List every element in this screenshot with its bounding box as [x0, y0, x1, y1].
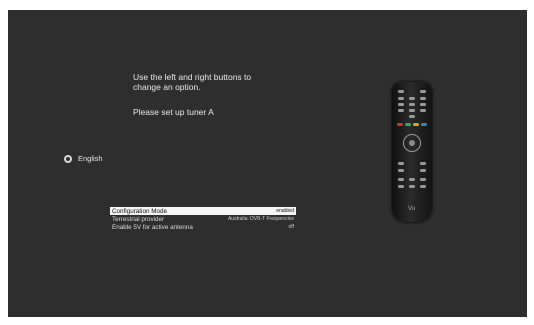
remote-button — [398, 109, 404, 112]
remote-button — [409, 115, 415, 118]
config-row-label: Terrestrial provider — [112, 215, 165, 223]
remote-button — [409, 185, 415, 188]
instruction-line-1: Use the left and right buttons to — [133, 72, 252, 82]
remote-green-button — [405, 123, 411, 126]
config-list: Configuration Mode enabled Terrestrial p… — [110, 207, 296, 231]
remote-button — [398, 90, 404, 93]
remote-blue-button — [421, 123, 427, 126]
config-row-value: off — [288, 224, 294, 230]
remote-yellow-button — [413, 123, 419, 126]
instruction-tuner: Please set up tuner A — [133, 107, 214, 117]
config-row-configuration-mode[interactable]: Configuration Mode enabled — [110, 207, 296, 215]
remote-logo: Vu — [408, 206, 416, 212]
remote-button — [409, 103, 415, 106]
remote-body: Vu — [392, 82, 432, 222]
language-label: English — [78, 154, 103, 163]
radio-icon — [64, 154, 72, 163]
remote-dpad — [403, 134, 421, 152]
remote-button — [420, 162, 426, 165]
remote-button — [420, 97, 426, 100]
config-row-enable-5v[interactable]: Enable 5V for active antenna off — [110, 223, 296, 231]
config-row-terrestrial-provider[interactable]: Terrestrial provider Australia: DVB-T Fr… — [110, 215, 296, 223]
config-row-value: enabled — [276, 208, 294, 214]
remote-button — [409, 109, 415, 112]
remote-button — [420, 178, 426, 181]
remote-button — [398, 185, 404, 188]
remote-ok-button — [409, 140, 415, 146]
remote-button — [420, 90, 426, 93]
remote-button — [398, 169, 404, 172]
remote-button — [420, 103, 426, 106]
remote-button — [409, 178, 415, 181]
language-option[interactable]: English — [64, 154, 103, 163]
remote-button — [420, 109, 426, 112]
remote-button — [420, 185, 426, 188]
config-row-value: Australia: DVB-T Frequencies — [227, 216, 294, 222]
tv-screen: Use the left and right buttons to change… — [8, 10, 527, 317]
remote-button — [420, 169, 426, 172]
config-row-label: Configuration Mode — [112, 207, 167, 215]
remote-control-image: Vu — [390, 80, 434, 224]
remote-button — [409, 97, 415, 100]
instruction-line-2: change an option. — [133, 82, 201, 92]
remote-button — [398, 103, 404, 106]
remote-button — [398, 178, 404, 181]
remote-red-button — [397, 123, 403, 126]
remote-button — [398, 97, 404, 100]
config-row-label: Enable 5V for active antenna — [112, 223, 193, 231]
remote-button — [398, 162, 404, 165]
